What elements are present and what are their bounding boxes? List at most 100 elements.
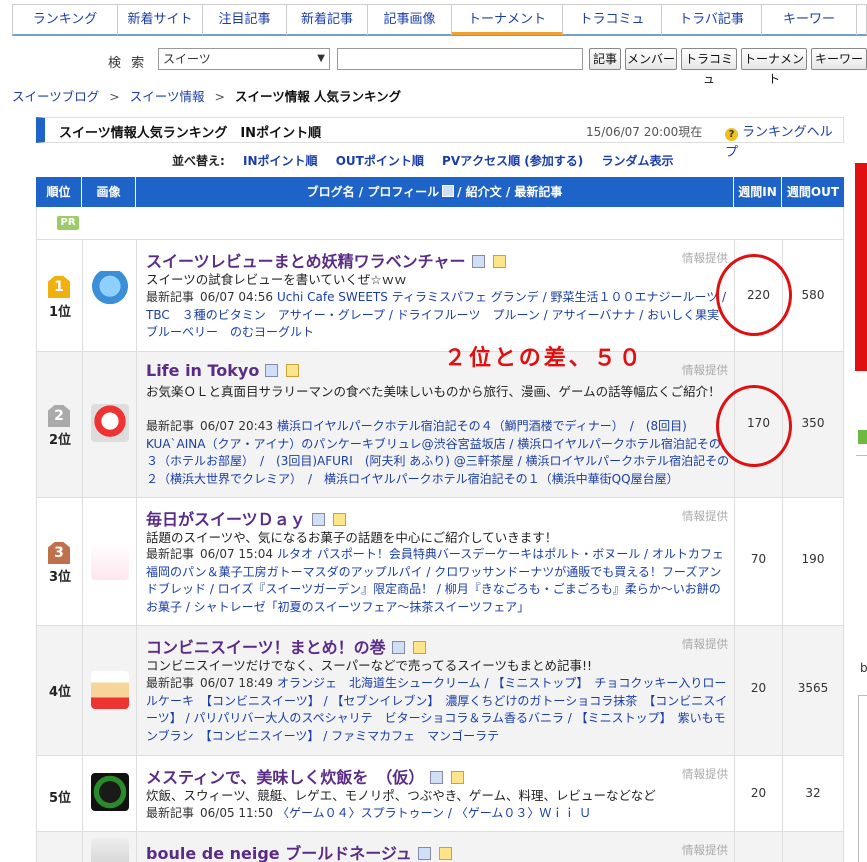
image-cell [83, 756, 137, 831]
favorite-icon[interactable] [412, 641, 426, 654]
blog-thumbnail[interactable] [91, 542, 129, 580]
profile-icon[interactable] [391, 641, 405, 654]
col-header-in: 週間IN [734, 177, 782, 207]
blog-title-link[interactable]: コンビニスイーツ！まとめ！の巻 [146, 638, 386, 657]
image-cell [83, 626, 137, 755]
highlight-circle [716, 254, 792, 336]
rank-label: 5位 [48, 791, 72, 806]
latest-label: 最新記事 [146, 676, 195, 690]
blog-thumbnail[interactable] [91, 271, 129, 309]
blog-title-link[interactable]: boule de neige ブールドネージュ [146, 844, 412, 862]
breadcrumb-link[interactable]: スイーツ情報 [130, 89, 205, 104]
col-header-main-label: ブログ名 / プロフィール [306, 185, 440, 199]
favorite-icon[interactable] [332, 513, 346, 526]
nav-tab[interactable]: トラコミュ [563, 5, 662, 35]
annotation-text: ２位との差、５０ [444, 346, 644, 371]
sort-pv-link[interactable]: PVアクセス順 (参加する) [442, 154, 583, 168]
sort-in-link[interactable]: INポイント順 [243, 154, 318, 168]
weekly-out-cell: 32 [783, 756, 843, 831]
ranking-date: 15/06/07 20:00現在 [586, 125, 703, 139]
rank-medal-icon: 3 [48, 542, 70, 564]
nav-tab[interactable]: 新着サイト [118, 5, 203, 35]
blog-thumbnail[interactable] [91, 773, 129, 811]
rank-cell: 5位 [37, 756, 83, 831]
favorite-icon[interactable] [492, 255, 506, 268]
info-provider: 情報提供 [682, 509, 728, 523]
blog-title-link[interactable]: メスティンで、美味しく炊飯を （仮） [146, 768, 424, 787]
category-select[interactable]: スイーツ ▼ [158, 48, 330, 70]
side-tab [858, 430, 867, 444]
profile-icon[interactable] [417, 847, 431, 860]
nav-tab[interactable]: 注目記事 [203, 5, 287, 35]
search-input[interactable] [337, 48, 583, 70]
blog-intro: スイーツの試食レビューを書いていくぜ☆ｗｗ [146, 272, 407, 287]
breadcrumb-separator: > [214, 89, 225, 104]
profile-icon[interactable] [471, 255, 485, 268]
image-cell [83, 832, 137, 862]
info-provider: 情報提供 [682, 767, 728, 781]
profile-icon[interactable] [265, 364, 279, 377]
search-community-button[interactable]: トラコミュ [681, 48, 737, 86]
nav-tab[interactable]: 新着記事 [287, 5, 368, 35]
rank-cell [37, 832, 83, 862]
weekly-out-cell: 350 [783, 352, 843, 497]
rank-label: 3位 [48, 570, 72, 585]
breadcrumb-link[interactable]: スイーツブログ [12, 89, 99, 104]
search-article-button[interactable]: 記事 [589, 48, 621, 70]
weekly-out-cell: 3565 [783, 626, 843, 755]
search-keyword-button[interactable]: キーワー [811, 48, 867, 70]
nav-tab[interactable]: キーワー [762, 5, 857, 35]
latest-article-links[interactable]: 〈ゲーム０４〉スプラトゥーン / 〈ゲーム０３〉Ｗｉｉ Ｕ [277, 806, 591, 820]
title-icons [417, 843, 460, 862]
ranking-help-label: ランキングヘルプ [725, 125, 833, 160]
weekly-out-cell: 580 [783, 240, 843, 351]
ranking-help-link[interactable]: ? ランキングヘルプ [725, 121, 843, 160]
weekly-in-value: 20 [750, 681, 767, 695]
search-member-button[interactable]: メンバー [625, 48, 677, 70]
favorite-icon[interactable] [286, 364, 300, 377]
blog-intro: お気楽ＯＬと真面目サラリーマンの食べた美味しいものから旅行、漫画、ゲームの話等幅… [146, 384, 721, 399]
blog-thumbnail[interactable] [91, 671, 129, 709]
main-cell: boule de neige ブールドネージュ 情報提供 [137, 832, 735, 862]
weekly-in-cell [735, 832, 783, 862]
latest-articles: 最新記事 06/07 20:43 横浜ロイヤルパークホテル宿泊記その４（鰤門酒楼でデ… [146, 418, 730, 488]
sort-out-link[interactable]: OUTポイント順 [336, 154, 424, 168]
latest-label: 最新記事 [146, 806, 195, 820]
weekly-out-value: 190 [801, 552, 825, 566]
blog-title-link[interactable]: 毎日がスイーツＤａｙ [146, 510, 306, 529]
blog-thumbnail[interactable] [91, 838, 129, 862]
table-row: boule de neige ブールドネージュ 情報提供 [36, 832, 844, 862]
chevron-down-icon: ▼ [317, 53, 325, 64]
blog-title-link[interactable]: Life in Tokyo [146, 361, 259, 380]
latest-time: 06/05 11:50 [200, 806, 273, 820]
side-text: b [860, 661, 867, 675]
weekly-in-value: 70 [750, 552, 767, 566]
blog-intro: コンビニスイーツだけでなく、スーパーなどで売ってるスイーツもまとめ記事!! [146, 658, 593, 673]
profile-icon[interactable] [311, 513, 325, 526]
nav-tab[interactable]: トラバ記事 [662, 5, 762, 35]
info-provider: 情報提供 [682, 637, 728, 651]
nav-tab[interactable]: ランキング [13, 5, 118, 35]
favorite-icon[interactable] [438, 847, 452, 860]
blog-title-link[interactable]: スイーツレビューまとめ妖精ワラベンチャー [146, 252, 466, 271]
weekly-in-cell: 20 [735, 756, 783, 831]
weekly-out-value: 32 [805, 786, 821, 800]
global-nav: ランキング 新着サイト 注目記事 新着記事 記事画像 トーナメント トラコミュ トラバ記事 キー… [12, 4, 867, 36]
latest-label: 最新記事 [146, 419, 195, 433]
search-tournament-button[interactable]: トーナメント [741, 48, 807, 86]
profile-icon[interactable] [430, 771, 444, 784]
latest-label: 最新記事 [146, 547, 195, 561]
sort-random-link[interactable]: ランダム表示 [601, 154, 673, 168]
nav-tab[interactable]: トーナメント [452, 5, 563, 35]
favorite-icon[interactable] [451, 771, 465, 784]
breadcrumb: スイーツブログ > スイーツ情報 > スイーツ情報 人気ランキング [12, 86, 401, 105]
highlight-circle [716, 385, 792, 467]
blog-intro: 話題のスイーツや、気になるお菓子の話題を中心にご紹介していきます！ [146, 530, 558, 545]
title-icons [391, 637, 434, 656]
rank-cell: 3 3位 [37, 498, 83, 625]
weekly-out-value: 350 [801, 416, 825, 430]
weekly-in-cell: 20 [735, 626, 783, 755]
blog-thumbnail[interactable] [91, 404, 129, 442]
info-provider: 情報提供 [682, 363, 728, 377]
nav-tab[interactable]: 記事画像 [368, 5, 452, 35]
